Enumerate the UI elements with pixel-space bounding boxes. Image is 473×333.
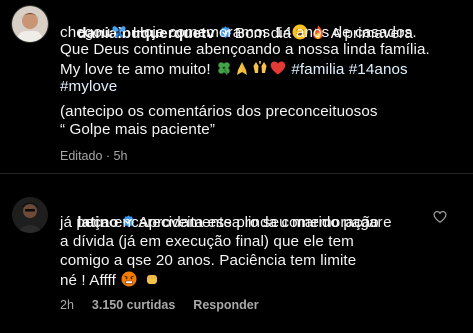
commenter-avatar[interactable] — [12, 197, 48, 233]
caption-line-3: Que Deus continue abençoando a nossa lin… — [60, 41, 430, 58]
comment-likes[interactable]: 3.150 curtidas — [92, 298, 175, 312]
section-divider — [0, 173, 473, 174]
red-heart-emoji-icon — [270, 61, 286, 75]
caption-text: My love te amo muito! — [60, 61, 211, 78]
caption-text: Hoje comemoramos 14 anos de casados. — [132, 24, 417, 41]
butterfly-emoji-icon — [112, 26, 126, 38]
caption-text: chegou — [60, 24, 111, 41]
caption-line-4: My love te amo muito! #familia #14anos — [60, 60, 408, 80]
comment-meta-row: 2h 3.150 curtidas Responder — [60, 298, 277, 312]
folded-hands-emoji-icon — [236, 62, 247, 75]
reply-button[interactable]: Responder — [193, 298, 258, 312]
fist-emoji-icon — [146, 275, 157, 284]
caption-line-2: chegou Hoje comemoramos 14 anos de casad… — [60, 23, 417, 43]
comment-text: né ! Affff — [60, 272, 116, 289]
comment-line-3: a dívida (já em execução final) que ele … — [60, 233, 354, 250]
raising-hands-emoji-icon — [253, 60, 267, 73]
edited-timestamp: Editado · 5h — [60, 149, 128, 163]
caption-line-6: (antecipo os comentários dos preconceitu… — [60, 103, 378, 120]
comment-line-5: né ! Affff — [60, 271, 161, 291]
comment-time: 2h — [60, 298, 74, 312]
hashtag-mylove[interactable]: #mylove — [60, 78, 117, 97]
comment-line-4: comigo a qse 20 anos. Paciência tem limi… — [60, 252, 357, 269]
post-author-avatar[interactable] — [12, 6, 48, 42]
caption-line-7: “ Golpe mais paciente” — [60, 121, 215, 138]
angry-face-emoji-icon — [121, 271, 137, 287]
four-leaf-clover-emoji-icon — [218, 62, 230, 76]
hashtag-links[interactable]: #familia #14anos — [291, 61, 407, 78]
heart-outline-icon[interactable] — [433, 210, 447, 224]
comment-line-2: já peça encarecidamente pro seu marido p… — [60, 214, 383, 231]
